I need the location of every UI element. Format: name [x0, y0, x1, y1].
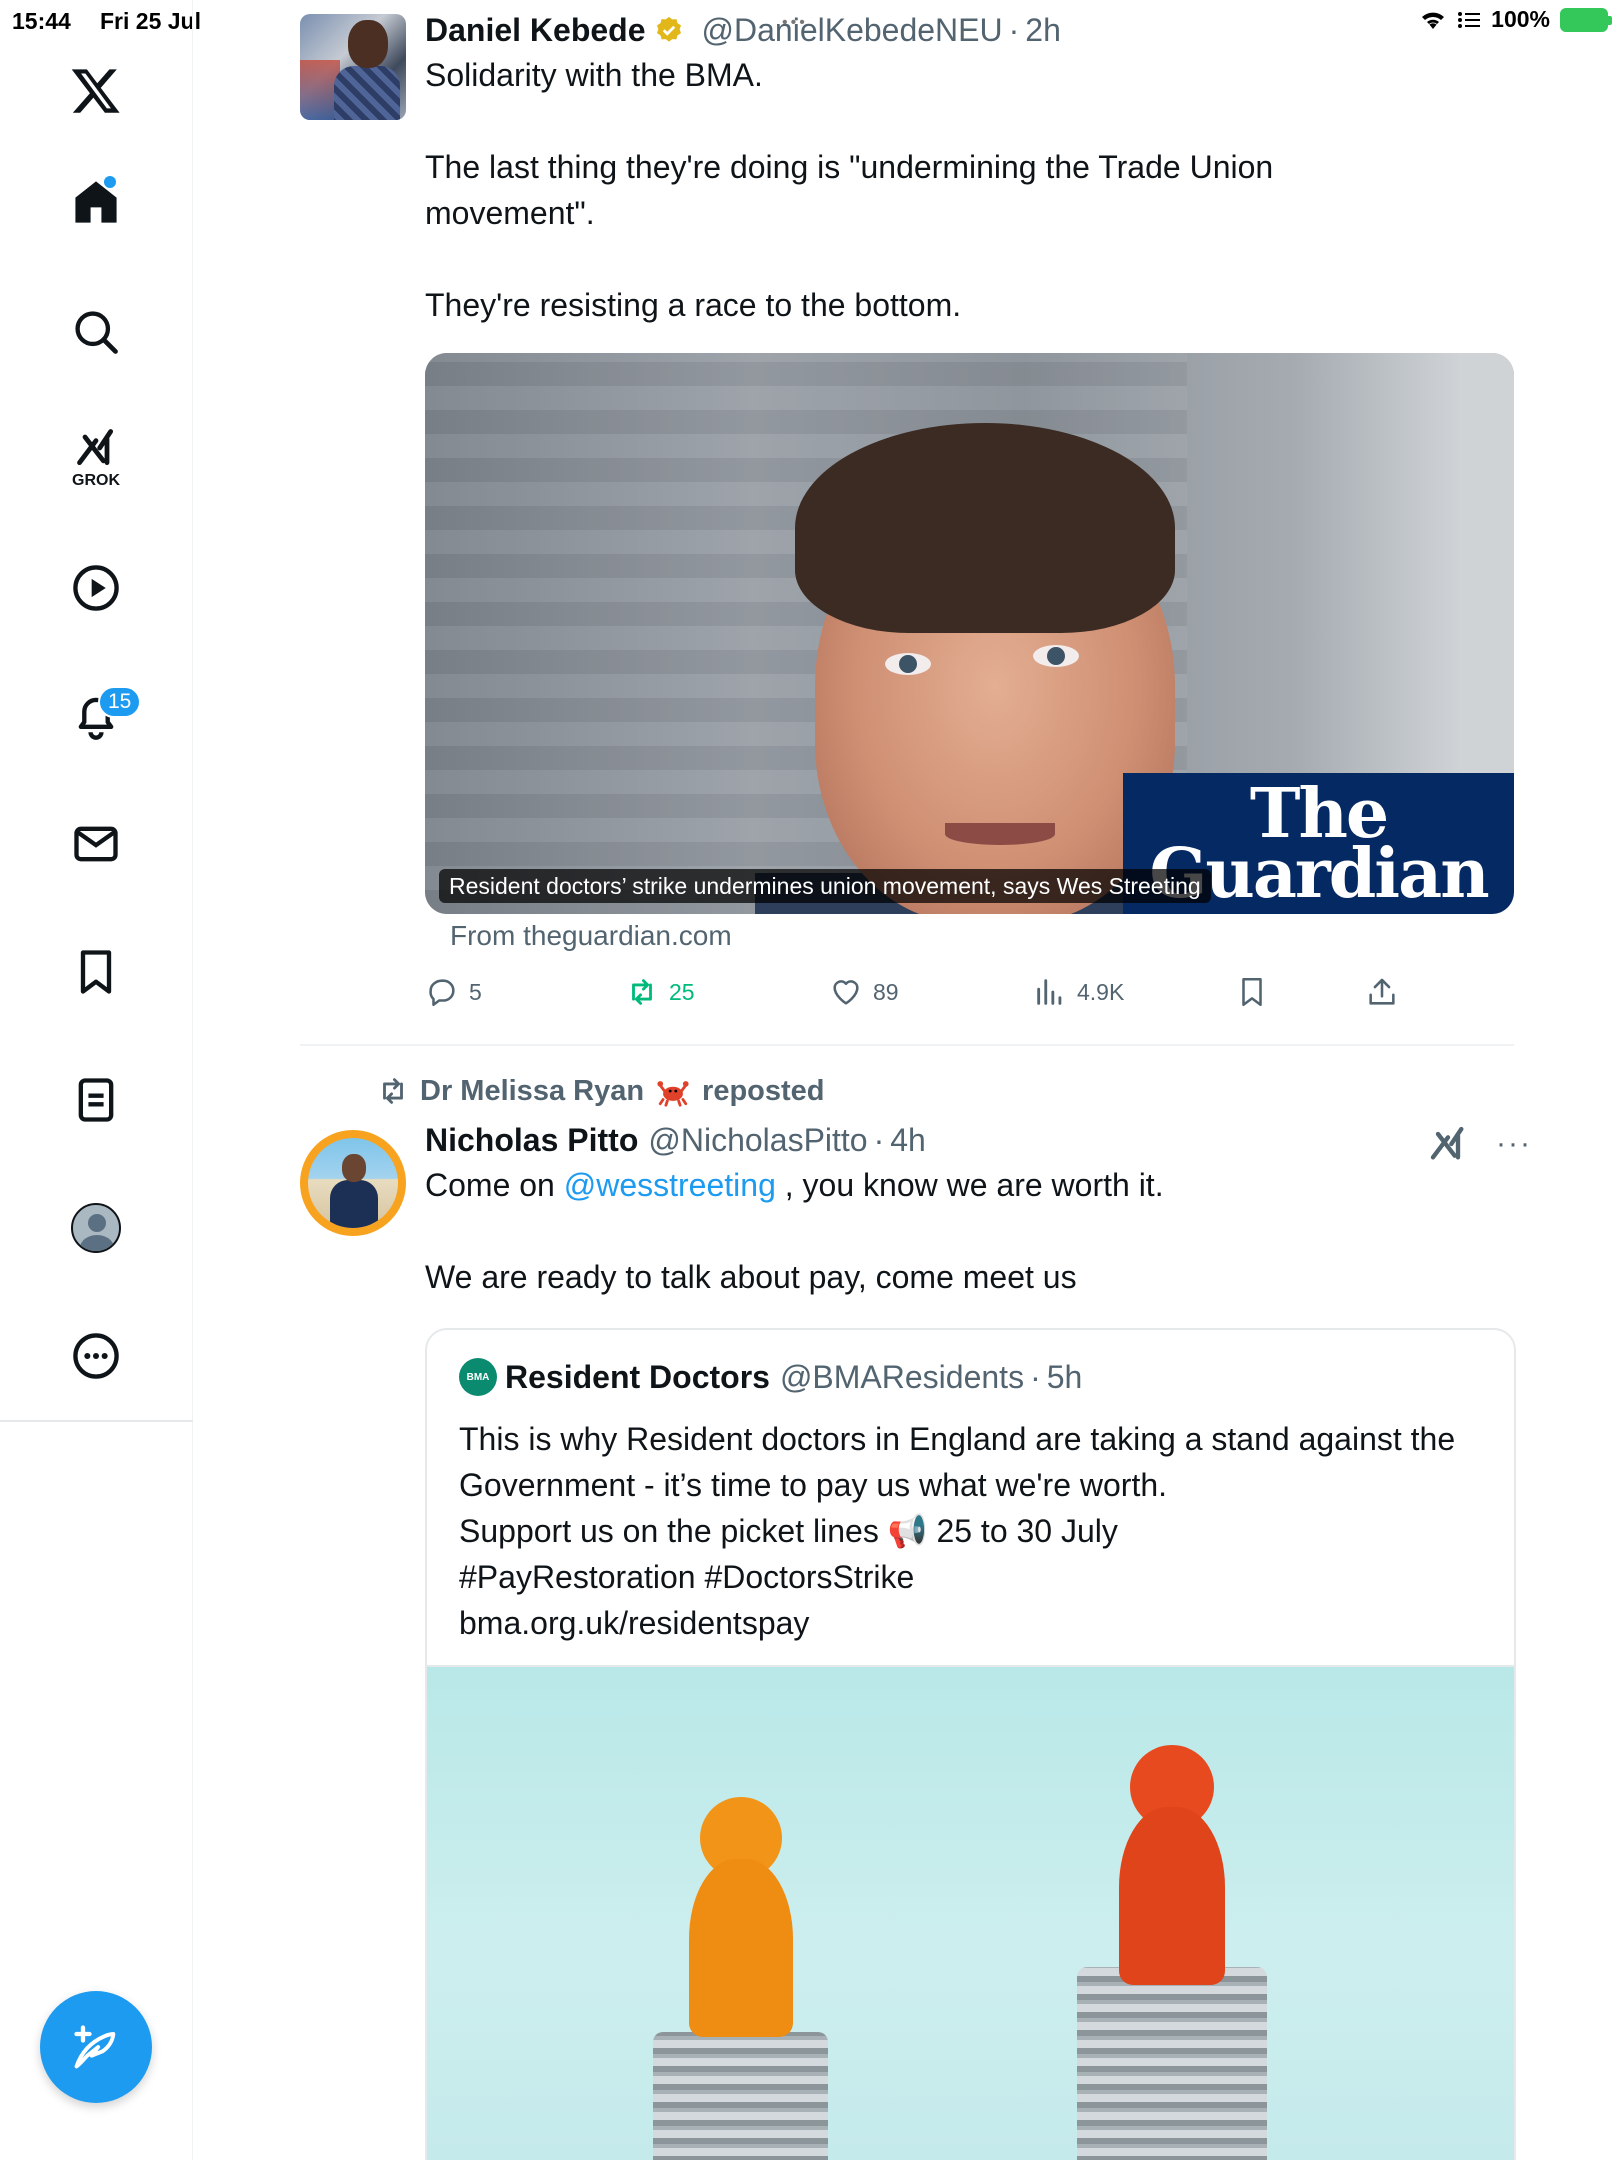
tweet-text: Come on @wesstreeting , you know we are …	[425, 1162, 1515, 1300]
verified-badge-icon	[656, 16, 681, 42]
tweet-header: Nicholas Pitto @NicholasPitto · 4h	[425, 1118, 1515, 1162]
quoted-tweet[interactable]: BMA Resident Doctors @BMAResidents · 5h …	[425, 1328, 1516, 2160]
tweet-line: We are ready to talk about pay, come mee…	[425, 1259, 1077, 1295]
avatar-icon	[71, 1203, 121, 1253]
author-name[interactable]: Nicholas Pitto	[425, 1118, 638, 1162]
quote-line: This is why Resident doctors in England …	[459, 1421, 1456, 1503]
repost-icon	[383, 1078, 403, 1104]
tweet-line	[425, 98, 1365, 144]
mention-link[interactable]: @wesstreeting	[564, 1167, 776, 1203]
orange-pawn	[671, 1797, 811, 2037]
author-handle[interactable]: @DanielKebedeNEU	[702, 8, 1003, 52]
tweet-line: Come on @wesstreeting , you know we are …	[425, 1167, 1164, 1203]
tweet-divider	[300, 1044, 1514, 1046]
sidebar-item-bookmarks[interactable]	[46, 932, 146, 1012]
sidebar-item-lists[interactable]	[46, 1060, 146, 1140]
reply-icon	[429, 979, 455, 1007]
grok-label: GROK	[72, 472, 120, 489]
avatar[interactable]	[300, 1130, 406, 1236]
mail-icon	[74, 826, 118, 862]
analytics-icon	[1037, 979, 1062, 1005]
bookmark-icon	[1242, 977, 1262, 1007]
sidebar-divider	[0, 1420, 193, 1422]
sidebar-item-explore[interactable]	[46, 292, 146, 372]
compose-icon	[74, 2025, 116, 2069]
more-options-icon[interactable]: ···	[1496, 1127, 1532, 1161]
repost-button[interactable]: 25	[625, 975, 695, 1009]
heart-icon	[833, 980, 859, 1005]
list-icon	[78, 1078, 114, 1122]
quote-author-handle[interactable]: @BMAResidents	[780, 1359, 1024, 1396]
quote-time[interactable]: 5h	[1047, 1359, 1083, 1396]
coin-stack-right	[1077, 1967, 1267, 2160]
home-unread-dot	[104, 176, 116, 188]
sidebar-item-profile[interactable]	[46, 1188, 146, 1268]
repost-icon	[632, 979, 652, 1005]
coin-stack-left	[653, 2032, 828, 2160]
tweet-line: They're resisting a race to the bottom.	[425, 287, 962, 323]
reposted-label: reposted	[702, 1074, 825, 1107]
repost-context[interactable]: Dr Melissa Ryan reposted	[376, 1074, 825, 1108]
like-button[interactable]: 89	[829, 975, 899, 1009]
repost-count: 25	[669, 978, 695, 1005]
tweet-line: Solidarity with the BMA.	[425, 57, 763, 93]
quote-header: BMA Resident Doctors @BMAResidents · 5h	[459, 1358, 1082, 1396]
card-source[interactable]: From theguardian.com	[450, 920, 732, 952]
author-handle[interactable]: @NicholasPitto	[648, 1118, 867, 1162]
quote-line: #PayRestoration #DoctorsStrike	[459, 1559, 915, 1595]
like-count: 89	[873, 978, 899, 1005]
bma-logo: BMA	[459, 1358, 497, 1396]
quote-line[interactable]: bma.org.uk/residentspay	[459, 1600, 1489, 1646]
tweet-time[interactable]: 2h	[1025, 8, 1061, 52]
share-button[interactable]	[1365, 975, 1399, 1009]
grok-icon[interactable]	[1428, 1124, 1468, 1164]
avatar[interactable]	[300, 14, 406, 120]
sidebar-item-more[interactable]	[46, 1316, 146, 1396]
quote-text: This is why Resident doctors in England …	[459, 1416, 1489, 1646]
tweet-time[interactable]: 4h	[890, 1118, 926, 1162]
reply-button[interactable]: 5	[425, 975, 482, 1009]
card-headline: Resident doctors’ strike undermines unio…	[439, 869, 1211, 903]
bookmark-icon	[80, 950, 112, 994]
tweet-line	[425, 236, 1365, 282]
quote-line: Support us on the picket lines 📢 25 to 3…	[459, 1513, 1118, 1549]
sidebar-item-grok[interactable]: GROK	[46, 418, 146, 498]
crab-emoji-icon	[657, 1081, 689, 1107]
tweet-text: Solidarity with the BMA. The last thing …	[425, 52, 1365, 328]
grok-icon	[77, 429, 114, 466]
sidebar-item-messages[interactable]	[46, 804, 146, 884]
share-icon	[1369, 978, 1395, 1005]
author-name[interactable]: Daniel Kebede	[425, 8, 646, 52]
view-count: 4.9K	[1077, 978, 1125, 1005]
x-logo[interactable]	[46, 50, 146, 130]
search-icon	[75, 311, 118, 354]
tweet-line: The last thing they're doing is "undermi…	[425, 149, 1274, 231]
sidebar-item-videos[interactable]	[46, 548, 146, 628]
compose-button[interactable]	[40, 1991, 152, 2103]
x-logo-icon	[71, 69, 120, 113]
sidebar-item-notifications[interactable]: 15	[46, 676, 146, 756]
link-preview-card[interactable]: The Guardian Resident doctors’ strike un…	[425, 353, 1514, 914]
notification-badge: 15	[98, 686, 142, 718]
quote-media-image[interactable]	[427, 1665, 1514, 2160]
tweet-body: Daniel Kebede @DanielKebedeNEU · 2h Soli…	[425, 8, 1515, 328]
battery-icon	[1560, 7, 1612, 32]
tweet-header: Daniel Kebede @DanielKebedeNEU · 2h	[425, 8, 1515, 52]
sidebar-item-home[interactable]	[46, 162, 146, 242]
tweet-body: Nicholas Pitto @NicholasPitto · 4h Come …	[425, 1118, 1515, 1300]
reply-count: 5	[469, 978, 482, 1005]
reposter-name[interactable]: Dr Melissa Ryan	[420, 1075, 644, 1108]
play-icon	[73, 565, 119, 611]
red-pawn	[1097, 1745, 1247, 1985]
views-button[interactable]: 4.9K	[1033, 975, 1124, 1009]
sidebar: GROK 15	[0, 0, 193, 2160]
quote-author-name[interactable]: Resident Doctors	[505, 1359, 770, 1396]
bookmark-button[interactable]	[1235, 975, 1269, 1009]
more-icon	[73, 1333, 119, 1379]
tweet-actions: 5 25 89 4.9K	[425, 975, 1425, 1017]
tweet-top-actions: ···	[1428, 1124, 1532, 1164]
tweet-line	[425, 1208, 1515, 1254]
